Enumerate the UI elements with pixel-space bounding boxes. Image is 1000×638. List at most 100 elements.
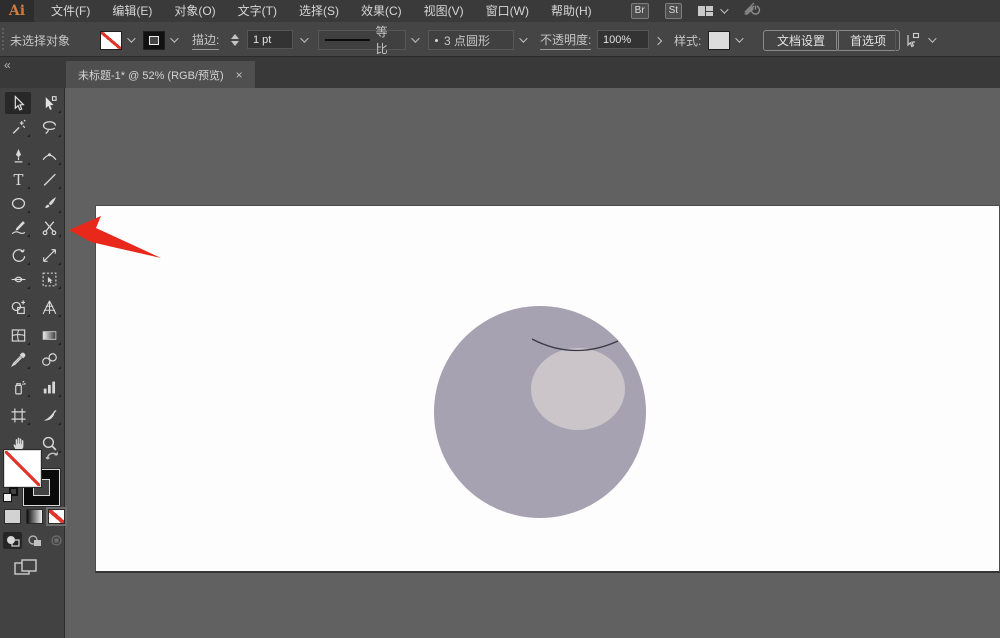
menu-view[interactable]: 视图(V) [413,0,475,22]
ellipse-icon [10,195,27,212]
direct-selection-tool[interactable] [36,92,62,114]
rotate-icon [10,247,27,264]
chevron-down-icon[interactable] [165,31,180,50]
slice-tool[interactable] [36,404,62,426]
pen-tool[interactable] [5,144,31,166]
direct-selection-icon [41,95,58,112]
shape-builder-tool[interactable] [5,296,31,318]
selection-tool[interactable] [5,92,31,114]
eyedropper-tool[interactable] [5,348,31,370]
stroke-profile-dropdown[interactable] [406,30,421,49]
tool-row: T [0,167,64,191]
perspective-grid-icon [41,299,58,316]
pen-icon [10,147,27,164]
panel-grip[interactable] [2,28,5,50]
artboard-tool[interactable] [5,404,31,426]
lasso-icon [41,119,58,136]
curvature-tool[interactable] [36,144,62,166]
document-setup-button[interactable]: 文档设置 [763,30,839,51]
screen-mode-icon [13,558,39,578]
tool-row [0,323,64,347]
type-tool[interactable]: T [5,168,31,190]
chevron-down-icon [720,5,728,13]
stroke-panel-link[interactable]: 描边: [192,30,219,50]
none-button[interactable] [48,509,65,524]
blend-tool[interactable] [36,348,62,370]
width-tool[interactable] [5,268,31,290]
draw-inside-mode-button[interactable] [47,532,66,549]
screen-mode-button[interactable] [13,558,39,583]
opacity-expand-arrow[interactable] [650,30,665,49]
menu-effect[interactable]: 效果(C) [350,0,413,22]
scissors-eraser-tool[interactable] [36,216,62,238]
free-transform-tool[interactable] [36,268,62,290]
stock-button[interactable]: St [665,3,682,19]
gradient-button[interactable] [26,509,43,524]
stroke-weight-input[interactable] [247,30,293,49]
collapse-panel-icon[interactable]: « [4,58,11,72]
menu-file[interactable]: 文件(F) [40,0,101,22]
menu-select[interactable]: 选择(S) [288,0,350,22]
stroke-profile-select[interactable]: 等比 [318,30,406,50]
tool-row [0,191,64,215]
menu-type[interactable]: 文字(T) [227,0,288,22]
document-tab[interactable]: 未标题-1* @ 52% (RGB/预览) × [66,61,255,88]
ellipse-tool[interactable] [5,192,31,214]
stepper-down-icon[interactable] [231,41,239,46]
stepper-up-icon[interactable] [231,34,239,39]
select-similar-control[interactable] [903,30,934,50]
stroke-profile-label: 等比 [376,23,399,57]
workspace-switcher[interactable] [698,6,726,16]
lasso-tool[interactable] [36,116,62,138]
paintbrush-icon [41,195,58,212]
column-graph-tool[interactable] [36,376,62,398]
fill-color-control[interactable] [100,30,137,50]
draw-normal-mode-button[interactable] [3,532,22,549]
fill-indicator[interactable] [4,450,41,487]
gradient-tool[interactable] [36,324,62,346]
swap-fill-stroke-button[interactable] [45,449,60,467]
draw-behind-mode-button[interactable] [25,532,44,549]
brush-dropdown[interactable] [514,30,529,49]
mesh-tool[interactable] [5,324,31,346]
opacity-input[interactable] [597,30,649,49]
canvas-area[interactable] [65,88,1000,638]
brush-select[interactable]: 3 点圆形 [428,30,514,50]
style-label: 样式: [674,30,701,50]
chevron-down-icon[interactable] [730,31,745,50]
column-graph-icon [41,379,58,396]
default-fill-stroke-button[interactable] [3,487,18,502]
scale-tool[interactable] [36,244,62,266]
line-segment-tool[interactable] [36,168,62,190]
chevron-down-icon[interactable] [122,31,137,50]
menu-window[interactable]: 窗口(W) [475,0,540,22]
bridge-button[interactable]: Br [631,3,649,19]
paintbrush-tool[interactable] [36,192,62,214]
swap-arrows-icon [45,449,60,462]
scale-icon [41,247,58,264]
tool-row [0,375,64,399]
symbol-sprayer-tool[interactable] [5,376,31,398]
stroke-weight-dropdown[interactable] [295,30,310,49]
rotate-tool[interactable] [5,244,31,266]
canvas-overlay [65,88,1000,638]
stroke-weight-stepper[interactable] [231,30,242,50]
shaper-pencil-tool[interactable] [5,216,31,238]
small-circle-shape[interactable] [531,348,625,430]
stroke-color-control[interactable] [143,30,180,50]
opacity-panel-link[interactable]: 不透明度: [540,30,591,50]
tool-row [0,243,64,267]
magic-wand-tool[interactable] [5,116,31,138]
close-tab-icon[interactable]: × [236,69,243,81]
menu-bar: Ai 文件(F)编辑(E)对象(O)文字(T)选择(S)效果(C)视图(V)窗口… [0,0,1000,22]
gpu-performance-button[interactable] [742,1,761,22]
color-button[interactable] [4,509,21,524]
style-control[interactable] [708,30,745,50]
menu-object[interactable]: 对象(O) [163,0,226,22]
preferences-button[interactable]: 首选项 [836,30,900,51]
menu-help[interactable]: 帮助(H) [540,0,603,22]
symbol-sprayer-icon [10,379,27,396]
perspective-grid-tool[interactable] [36,296,62,318]
chevron-down-icon [928,34,936,42]
menu-edit[interactable]: 编辑(E) [101,0,163,22]
